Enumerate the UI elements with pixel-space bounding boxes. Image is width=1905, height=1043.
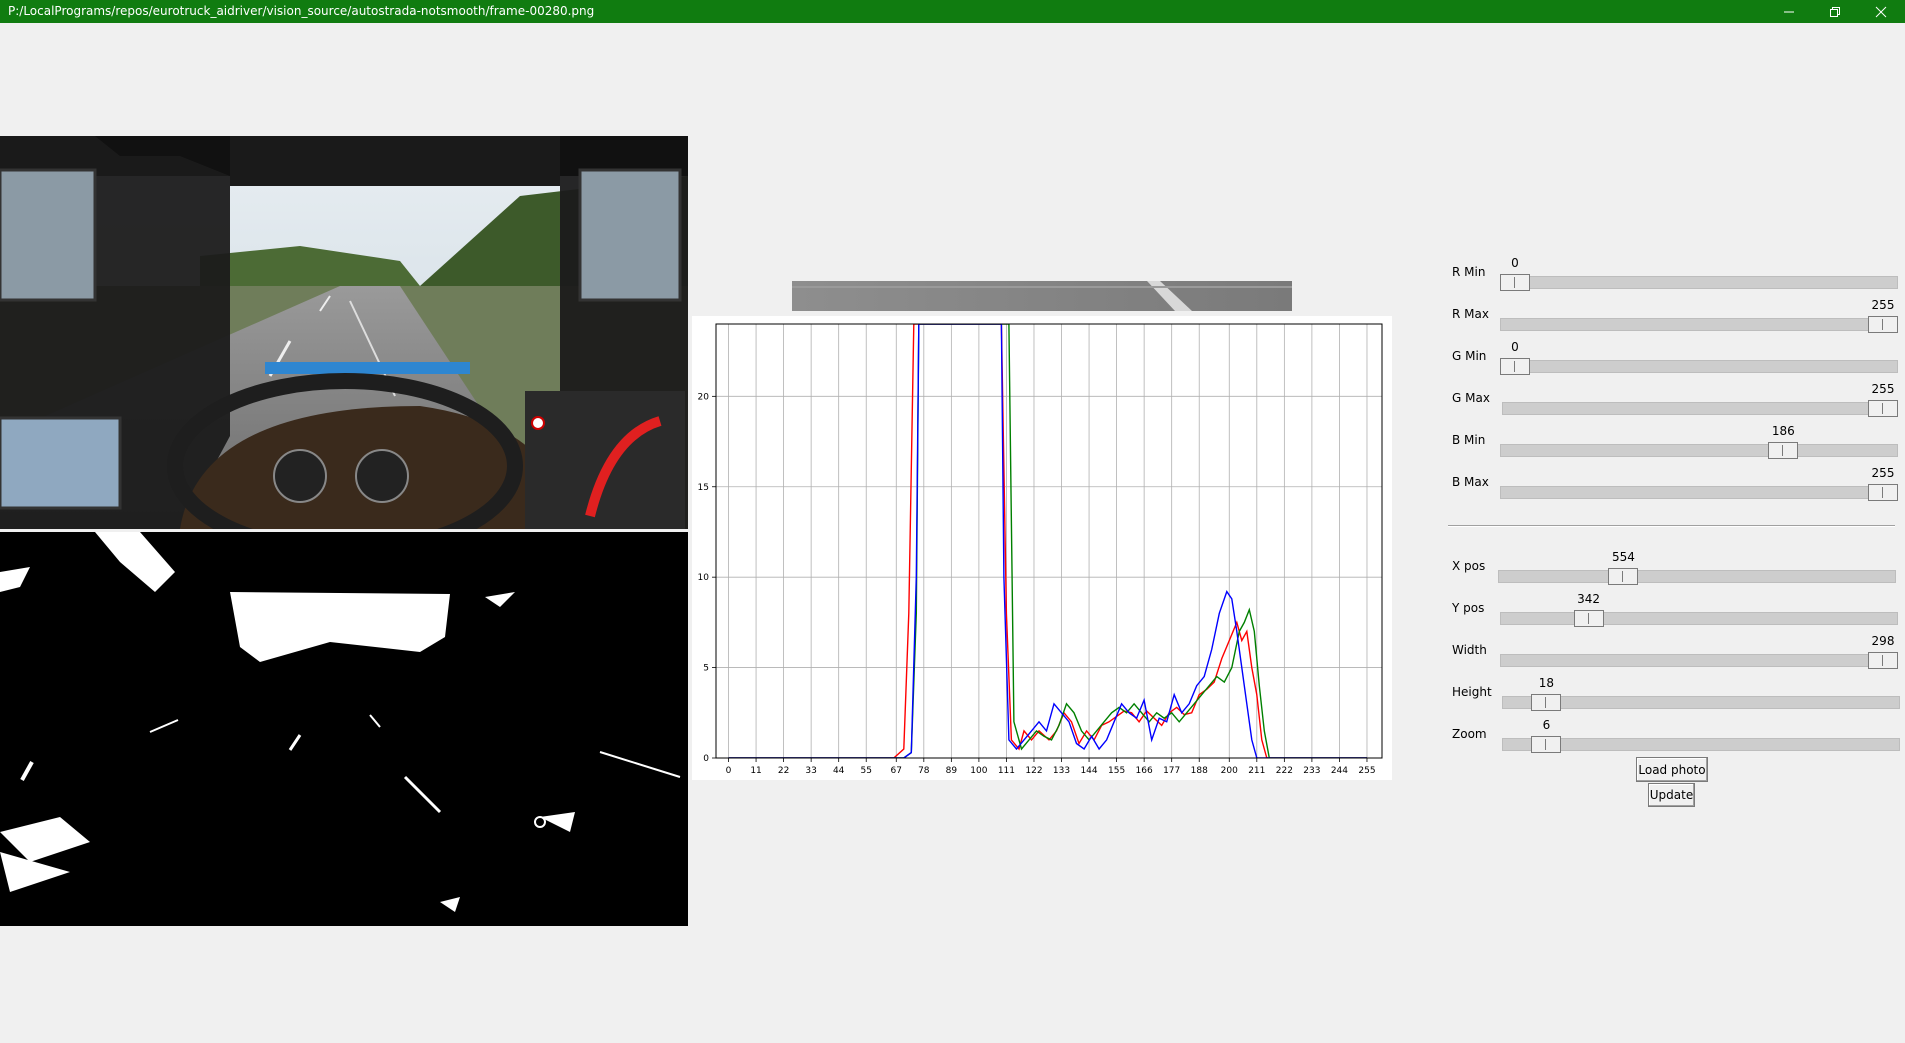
r-min-value: 0 — [1511, 256, 1519, 270]
width-value: 298 — [1871, 634, 1895, 648]
update-button[interactable]: Update — [1648, 783, 1695, 807]
b-max-slider-handle[interactable] — [1868, 484, 1898, 501]
r-max-label: R Max — [1452, 307, 1489, 321]
source-photo — [0, 136, 688, 529]
g-max-value: 255 — [1871, 382, 1895, 396]
y-pos-slider[interactable] — [1500, 612, 1898, 625]
width-slider-handle[interactable] — [1868, 652, 1898, 669]
x-tick-label: 0 — [726, 766, 732, 776]
load-photo-button[interactable]: Load photo — [1636, 757, 1708, 782]
y-tick-label: 20 — [698, 392, 710, 402]
y-tick-label: 15 — [698, 483, 709, 493]
height-label: Height — [1452, 685, 1492, 699]
y-pos-value: 342 — [1577, 592, 1601, 606]
r-min-slider-handle[interactable] — [1500, 274, 1530, 291]
r-max-slider-handle[interactable] — [1868, 316, 1898, 333]
height-value: 18 — [1538, 676, 1555, 690]
g-min-slider[interactable] — [1500, 360, 1898, 373]
y-tick-label: 5 — [703, 664, 709, 674]
zoom-value: 6 — [1542, 718, 1551, 732]
x-tick-label: 100 — [970, 766, 987, 776]
height-slider[interactable] — [1502, 696, 1900, 709]
x-tick-label: 44 — [833, 766, 845, 776]
threshold-mask — [0, 532, 688, 926]
g-max-label: G Max — [1452, 391, 1490, 405]
zoom-label: Zoom — [1452, 727, 1487, 741]
zoom-slider[interactable] — [1502, 738, 1900, 751]
r-min-slider[interactable] — [1500, 276, 1898, 289]
b-min-slider-handle[interactable] — [1768, 442, 1799, 459]
window-title: P:/LocalPrograms/repos/eurotruck_aidrive… — [8, 4, 595, 18]
close-icon[interactable] — [1858, 0, 1904, 23]
r-min-label: R Min — [1452, 265, 1486, 279]
b-min-label: B Min — [1452, 433, 1486, 447]
x-tick-label: 89 — [946, 766, 958, 776]
x-tick-label: 200 — [1221, 766, 1238, 776]
height-slider-handle[interactable] — [1531, 694, 1562, 711]
width-label: Width — [1452, 643, 1487, 657]
g-min-label: G Min — [1452, 349, 1487, 363]
y-tick-label: 10 — [698, 573, 710, 583]
x-tick-label: 222 — [1276, 766, 1293, 776]
b-max-slider[interactable] — [1500, 486, 1898, 499]
x-pos-slider-handle[interactable] — [1608, 568, 1639, 585]
y-pos-slider-handle[interactable] — [1573, 610, 1604, 627]
minimize-icon[interactable] — [1766, 0, 1812, 23]
g-max-slider-handle[interactable] — [1868, 400, 1898, 417]
zoom-slider-handle[interactable] — [1531, 736, 1562, 753]
x-tick-label: 111 — [998, 766, 1015, 776]
x-tick-label: 33 — [805, 766, 816, 776]
x-tick-label: 122 — [1025, 766, 1042, 776]
x-tick-label: 166 — [1136, 766, 1153, 776]
y-pos-label: Y pos — [1452, 601, 1485, 615]
x-pos-value: 554 — [1611, 550, 1635, 564]
width-slider[interactable] — [1500, 654, 1898, 667]
x-tick-label: 144 — [1080, 766, 1097, 776]
x-tick-label: 22 — [778, 766, 789, 776]
x-pos-slider[interactable] — [1498, 570, 1896, 583]
crop-preview-strip — [792, 281, 1292, 311]
x-tick-label: 67 — [891, 766, 902, 776]
x-tick-label: 78 — [918, 766, 930, 776]
b-max-label: B Max — [1452, 475, 1489, 489]
g-max-slider[interactable] — [1502, 402, 1898, 415]
g-min-slider-handle[interactable] — [1500, 358, 1530, 375]
x-tick-label: 55 — [860, 766, 871, 776]
r-max-slider[interactable] — [1500, 318, 1898, 331]
x-tick-label: 155 — [1108, 766, 1125, 776]
x-tick-label: 133 — [1053, 766, 1070, 776]
x-tick-label: 11 — [750, 766, 761, 776]
x-tick-label: 188 — [1191, 766, 1208, 776]
series-line-1 — [728, 324, 1367, 758]
series-line-0 — [728, 324, 1367, 758]
plot-frame — [715, 323, 1383, 759]
x-tick-label: 255 — [1358, 766, 1375, 776]
x-tick-label: 211 — [1248, 766, 1265, 776]
b-min-slider[interactable] — [1500, 444, 1898, 457]
y-tick-label: 0 — [703, 754, 709, 764]
window-titlebar: P:/LocalPrograms/repos/eurotruck_aidrive… — [0, 0, 1905, 23]
x-pos-label: X pos — [1452, 559, 1486, 573]
b-max-value: 255 — [1871, 466, 1895, 480]
g-min-value: 0 — [1511, 340, 1519, 354]
restore-icon[interactable] — [1812, 0, 1858, 23]
x-tick-label: 233 — [1303, 766, 1320, 776]
x-tick-label: 244 — [1331, 766, 1348, 776]
r-max-value: 255 — [1871, 298, 1895, 312]
x-tick-label: 177 — [1163, 766, 1180, 776]
histogram-plot: 0 11 22 33 44 55 67 78 89 100 111 122 133 144 155 166 17… — [698, 323, 1383, 776]
b-min-value: 186 — [1771, 424, 1795, 438]
histogram-chart: 0 11 22 33 44 55 67 78 89 100 111 122 133 144 155 166 17… — [692, 316, 1392, 780]
series-line-2 — [728, 324, 1367, 758]
separator — [1448, 525, 1895, 527]
